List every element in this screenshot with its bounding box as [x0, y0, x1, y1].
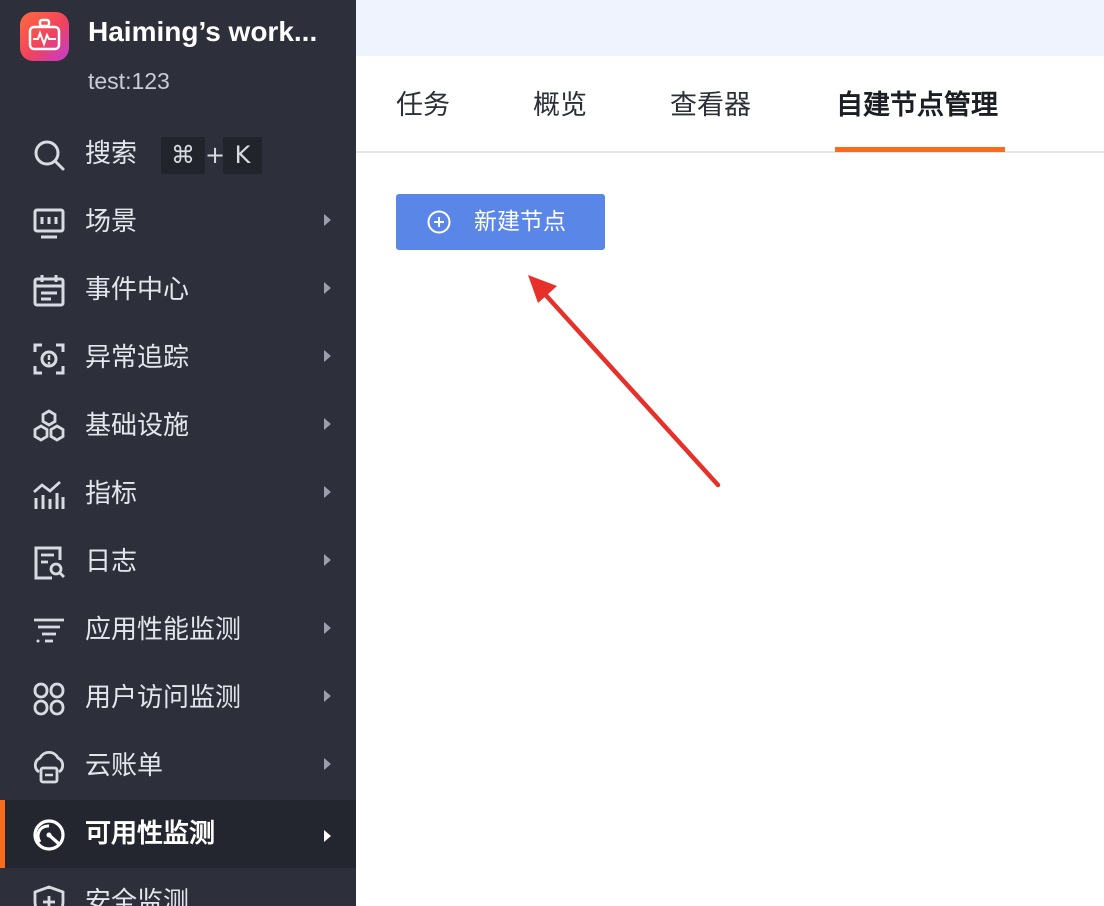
sidebar-item-label: 可用性监测 [85, 819, 216, 849]
sidebar: Haiming’s work... test:123 搜索 ⌘ + K 场景 事… [0, 0, 356, 906]
sidebar-item-availability-monitoring[interactable]: 可用性监测 [0, 800, 356, 868]
workspace-name: Haiming’s work... [88, 16, 318, 47]
scene-icon [33, 208, 65, 239]
log-search-icon [34, 546, 65, 580]
sidebar-item-metrics[interactable]: 指标 [0, 462, 356, 526]
bug-scan-icon [33, 343, 65, 375]
grid-circles-icon [33, 682, 65, 716]
sidebar-item-logs[interactable]: 日志 [0, 530, 356, 594]
tab-explorer[interactable]: 查看器 [670, 86, 751, 126]
chevron-right-icon [324, 622, 331, 634]
sidebar-item-label: 用户访问监测 [85, 683, 242, 713]
sidebar-item-label: 云账单 [85, 751, 164, 781]
search-icon [34, 140, 65, 171]
plus-circle-icon [427, 210, 451, 234]
sidebar-item-label: 指标 [85, 479, 138, 509]
sidebar-item-security[interactable]: 安全监测 [0, 870, 356, 906]
active-tab-indicator [835, 147, 1005, 152]
workspace-header[interactable]: Haiming’s work... test:123 [0, 0, 356, 112]
chevron-right-icon [324, 282, 331, 294]
filter-lines-icon [34, 618, 64, 643]
chart-icon [33, 480, 65, 509]
sidebar-item-label: 异常追踪 [85, 343, 190, 373]
chevron-right-icon [324, 758, 331, 770]
cloud-bill-icon [33, 751, 65, 784]
sidebar-item-cloud-bill[interactable]: 云账单 [0, 734, 356, 798]
sidebar-item-exception-tracking[interactable]: 异常追踪 [0, 326, 356, 390]
shortcut-cmd-key: ⌘ [161, 137, 205, 174]
tab-overview[interactable]: 概览 [533, 86, 587, 126]
sidebar-item-label: 基础设施 [85, 411, 190, 441]
sidebar-search-label: 搜索 [85, 139, 138, 169]
chevron-right-icon [324, 830, 331, 842]
sidebar-item-label: 安全监测 [85, 887, 190, 906]
chevron-right-icon [324, 690, 331, 702]
calendar-icon [33, 275, 65, 307]
sidebar-item-label: 应用性能监测 [85, 615, 242, 645]
new-node-button-label: 新建节点 [474, 209, 566, 235]
sidebar-item-label: 日志 [85, 547, 138, 577]
annotation-arrow [528, 275, 721, 488]
chevron-right-icon [324, 486, 331, 498]
workspace-logo [20, 12, 69, 61]
new-node-button[interactable]: 新建节点 [396, 194, 605, 250]
workspace-subtitle: test:123 [88, 68, 170, 94]
chevron-right-icon [324, 350, 331, 362]
tab-self-built-node-management[interactable]: 自建节点管理 [836, 86, 998, 126]
sidebar-item-label: 事件中心 [85, 275, 190, 305]
sidebar-item-label: 场景 [85, 207, 138, 237]
sidebar-item-events[interactable]: 事件中心 [0, 258, 356, 322]
sidebar-item-apm[interactable]: 应用性能监测 [0, 598, 356, 662]
tab-tasks[interactable]: 任务 [396, 86, 450, 126]
gauge-icon [33, 819, 65, 851]
hexagon-cluster-icon [33, 409, 65, 442]
sidebar-item-infrastructure[interactable]: 基础设施 [0, 394, 356, 458]
chevron-right-icon [324, 418, 331, 430]
shortcut-k-key: K [223, 137, 262, 174]
sidebar-item-scene[interactable]: 场景 [0, 190, 356, 254]
shield-icon [33, 885, 65, 906]
chevron-right-icon [324, 554, 331, 566]
sidebar-item-rum[interactable]: 用户访问监测 [0, 666, 356, 730]
chevron-right-icon [324, 214, 331, 226]
top-bar [356, 0, 1104, 56]
